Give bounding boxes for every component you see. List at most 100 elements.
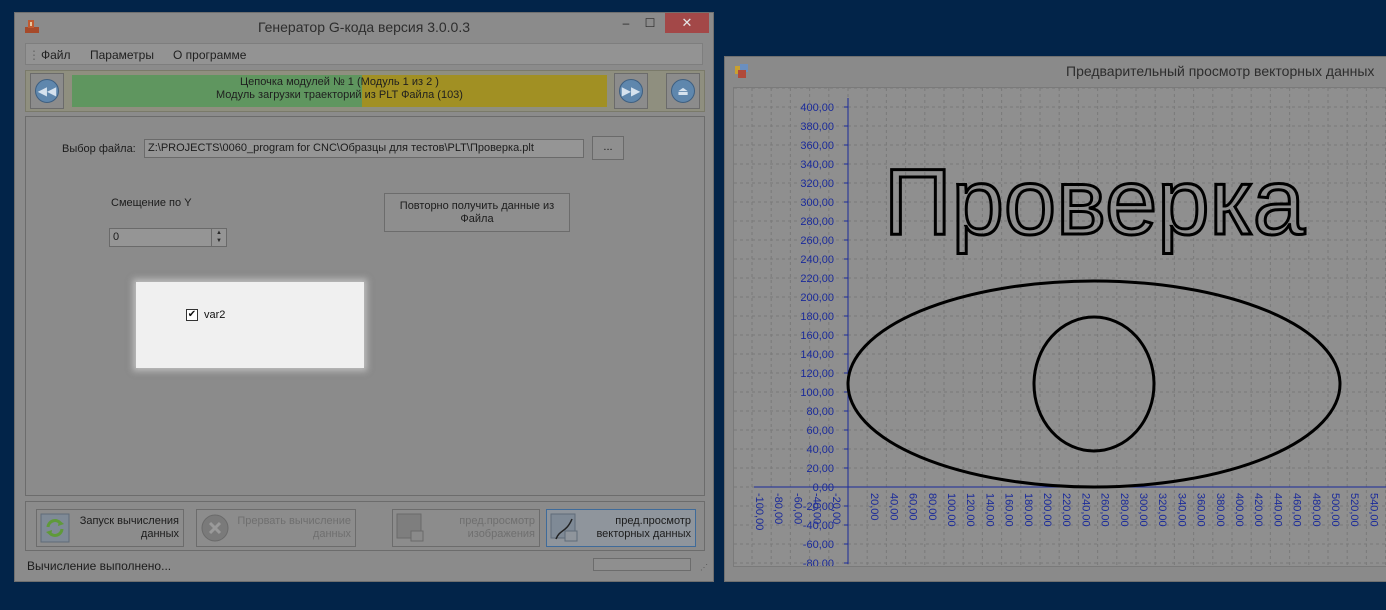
y-tick-label: 300,00 <box>800 197 834 209</box>
x-tick-label: 20,00 <box>868 493 880 521</box>
chain-info: Цепочка модулей № 1 (Модуль 1 из 2 ) Мод… <box>72 76 607 102</box>
cancel-icon <box>201 514 229 542</box>
y-tick-label: 340,00 <box>800 159 834 171</box>
y-tick-label: 160,00 <box>800 330 834 342</box>
chain-line-2: Модуль загрузки траекторий из PLT Файла … <box>216 89 463 101</box>
maximize-button[interactable]: ☐ <box>636 13 664 33</box>
var2-checkbox[interactable]: ✔ <box>186 309 198 321</box>
x-tick-label: 380,00 <box>1214 493 1226 527</box>
main-titlebar[interactable]: Генератор G-кода версия 3.0.0.3 – ☐ ✕ <box>15 13 713 41</box>
y-tick-label: 220,00 <box>800 273 834 285</box>
chain-line-1: Цепочка модулей № 1 (Модуль 1 из 2 ) <box>240 76 439 88</box>
reload-label-1: Повторно получить данные из <box>399 200 555 212</box>
menu-bar: ⋮ Файл Параметры О программе <box>25 43 703 65</box>
preview-window-title: Предварительный просмотр векторных данны… <box>1066 63 1375 79</box>
x-tick-label: 540,00 <box>1367 493 1379 527</box>
menu-file[interactable]: Файл <box>41 48 71 62</box>
x-tick-label: 360,00 <box>1195 493 1207 527</box>
resize-grip-icon[interactable]: ⋰ <box>700 563 710 573</box>
y-tick-label: 20,00 <box>806 463 834 475</box>
status-progress-bar <box>593 558 691 571</box>
x-tick-label: 500,00 <box>1329 493 1341 527</box>
vector-plot[interactable]: 400,00 380,00 360,00 340,00 320,00 300,00 280,… <box>734 88 1386 567</box>
x-tick-label: 400,00 <box>1233 493 1245 527</box>
y-tick-label: 200,00 <box>800 292 834 304</box>
large-ellipse-shape <box>846 279 1342 489</box>
y-tick-label: 360,00 <box>800 140 834 152</box>
offset-y-value: 0 <box>113 231 120 243</box>
offset-y-label: Смещение по Y <box>111 197 192 209</box>
next-module-button[interactable]: ▶▶ <box>614 73 648 109</box>
offset-y-stepper[interactable]: 0 ▲ ▼ <box>109 228 227 247</box>
x-tick-label: 60,00 <box>907 493 919 521</box>
y-tick-label: 260,00 <box>800 235 834 247</box>
x-tick-label: 440,00 <box>1271 493 1283 527</box>
y-tick-label: 180,00 <box>800 311 834 323</box>
status-text: Вычисление выполнено... <box>27 559 172 573</box>
x-tick-label: -60,00 <box>791 493 803 524</box>
stop-calculation-button[interactable]: Прервать вычисление данных <box>196 509 356 547</box>
close-button[interactable]: ✕ <box>665 13 709 33</box>
x-tick-label: 520,00 <box>1348 493 1360 527</box>
x-tick-label: 180,00 <box>1022 493 1034 527</box>
file-select-label: Выбор файла: <box>62 143 136 155</box>
x-tick-label: -40,00 <box>811 493 823 524</box>
eject-button[interactable]: ⏏ <box>666 73 700 109</box>
x-tick-label: 220,00 <box>1060 493 1072 527</box>
run-calculation-button[interactable]: Запуск вычисления данных <box>36 509 184 547</box>
stepper-arrows-icon[interactable]: ▲ ▼ <box>211 229 226 246</box>
y-tick-label: 140,00 <box>800 349 834 361</box>
x-tick-label: 140,00 <box>983 493 995 527</box>
rewind-icon: ◀◀ <box>35 79 59 103</box>
x-tick-label: 420,00 <box>1252 493 1264 527</box>
x-tick-label: 160,00 <box>1003 493 1015 527</box>
x-tick-label: 300,00 <box>1137 493 1149 527</box>
y-tick-label: 240,00 <box>800 254 834 266</box>
refresh-icon <box>40 513 70 543</box>
main-window-title: Генератор G-кода версия 3.0.0.3 <box>257 19 471 35</box>
main-window: Генератор G-кода версия 3.0.0.3 – ☐ ✕ ⋮ … <box>14 12 714 582</box>
x-tick-label: 40,00 <box>887 493 899 521</box>
y-tick-label: 120,00 <box>800 368 834 380</box>
reload-file-button[interactable]: Повторно получить данные из Файла <box>384 193 570 232</box>
options-popup: ✔ var2 <box>136 282 364 368</box>
menu-parameters[interactable]: Параметры <box>90 48 154 62</box>
x-tick-label: -20,00 <box>830 493 842 524</box>
x-tick-label: -100,00 <box>753 493 765 530</box>
menu-grip-icon: ⋮ <box>28 48 40 62</box>
y-tick-label: 320,00 <box>800 178 834 190</box>
reload-label-2: Файла <box>460 213 494 225</box>
y-tick-label: 380,00 <box>800 121 834 133</box>
fast-forward-icon: ▶▶ <box>619 79 643 103</box>
x-tick-label: 340,00 <box>1175 493 1187 527</box>
y-tick-label: 60,00 <box>806 425 834 437</box>
browse-button[interactable]: ... <box>592 136 624 160</box>
y-tick-label: 400,00 <box>800 102 834 114</box>
x-tick-label: 460,00 <box>1291 493 1303 527</box>
preview-window: Предварительный просмотр векторных данны… <box>724 56 1386 582</box>
status-bar: Вычисление выполнено... ⋰ <box>15 555 713 581</box>
vector-preview-canvas[interactable]: 400,00 380,00 360,00 340,00 320,00 300,00 280,… <box>733 87 1386 567</box>
vector-preview-button[interactable]: пред.просмотр векторных данных <box>546 509 696 547</box>
x-tick-label: 240,00 <box>1079 493 1091 527</box>
file-path-input[interactable]: Z:\PROJECTS\0060_program for CNC\Образцы… <box>144 139 584 158</box>
image-preview-button[interactable]: пред.просмотр изображения <box>392 509 540 547</box>
menu-about[interactable]: О программе <box>173 48 246 62</box>
var2-label: var2 <box>204 309 226 321</box>
previous-module-button[interactable]: ◀◀ <box>30 73 64 109</box>
outline-text-shape: Проверка <box>884 149 1306 254</box>
x-tick-label: 320,00 <box>1156 493 1168 527</box>
image-preview-icon <box>396 513 424 542</box>
y-tick-label: -60,00 <box>803 539 834 551</box>
x-tick-label: 100,00 <box>945 493 957 527</box>
y-tick-label: 100,00 <box>800 387 834 399</box>
y-tick-label: 80,00 <box>806 406 834 418</box>
x-tick-label: 120,00 <box>964 493 976 527</box>
x-tick-label: 480,00 <box>1310 493 1322 527</box>
x-tick-label: 80,00 <box>926 493 938 521</box>
vector-preview-icon <box>550 513 578 542</box>
x-tick-label: 260,00 <box>1099 493 1111 527</box>
x-tick-label: -80,00 <box>772 493 784 524</box>
module-settings-panel: Выбор файла: Z:\PROJECTS\0060_program fo… <box>25 116 705 496</box>
action-toolbar: Запуск вычисления данных Прервать вычисл… <box>25 501 705 551</box>
